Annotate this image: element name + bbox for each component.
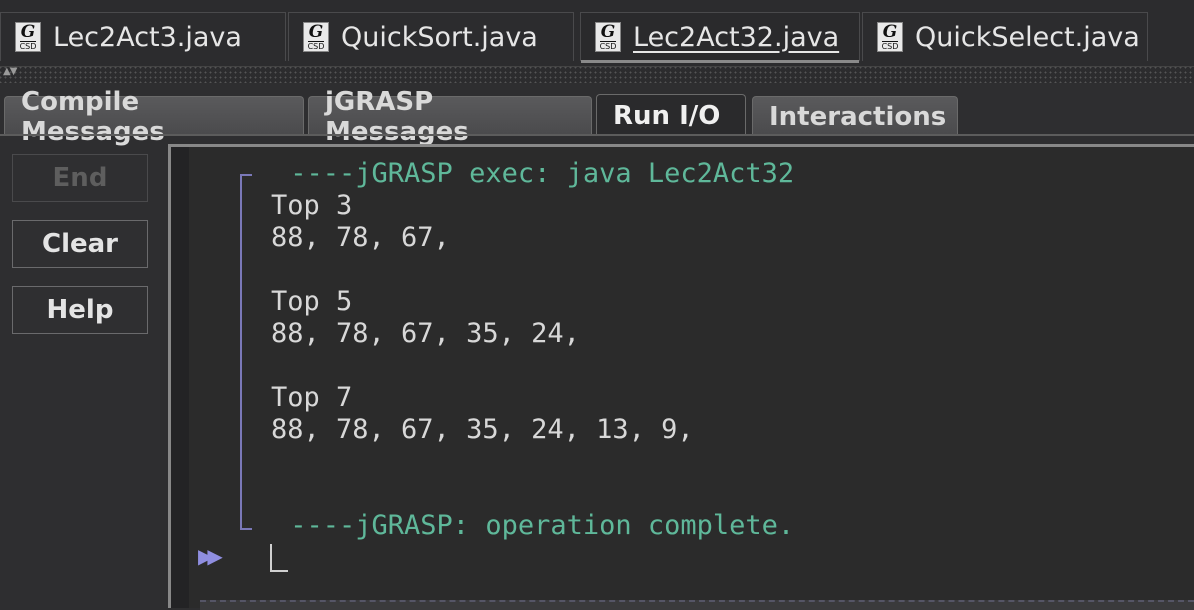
output-bracket-bottom: [240, 528, 252, 530]
output-line: Top 7: [271, 382, 353, 413]
file-tab-lec2act3[interactable]: G CSD Lec2Act3.java: [0, 12, 286, 61]
tab-compile-messages[interactable]: Compile Messages: [4, 87, 304, 147]
file-tab-label: QuickSort.java: [341, 21, 538, 53]
console-gutter: [171, 147, 189, 608]
exec-complete-line: ----jGRASP: operation complete.: [274, 510, 795, 541]
tab-run-io[interactable]: Run I/O: [596, 94, 746, 136]
file-tab-bar: G CSD Lec2Act3.java G CSD QuickSort.java G…: [0, 0, 1194, 66]
input-cursor-base: [270, 570, 288, 572]
file-tab-quickselect[interactable]: G CSD QuickSelect.java: [862, 12, 1148, 61]
exec-start-line: ----jGRASP exec: java Lec2Act32: [274, 158, 795, 189]
input-cursor[interactable]: [270, 544, 272, 572]
csd-file-icon: G CSD: [877, 22, 903, 52]
tab-interactions[interactable]: Interactions: [752, 96, 958, 136]
file-tab-quicksort[interactable]: G CSD QuickSort.java: [288, 12, 574, 61]
input-prompt-icon: ▶▶: [198, 544, 223, 568]
file-tab-lec2act32[interactable]: G CSD Lec2Act32.java: [580, 12, 860, 63]
output-line: 88, 78, 67,: [271, 222, 450, 253]
help-button[interactable]: Help: [12, 286, 148, 334]
output-bracket: [240, 174, 242, 530]
file-tab-label: QuickSelect.java: [915, 21, 1140, 53]
csd-file-icon: G CSD: [15, 22, 41, 52]
tab-baseline: [0, 134, 1194, 136]
output-line: 88, 78, 67, 35, 24,: [271, 318, 580, 349]
output-line: 88, 78, 67, 35, 24, 13, 9,: [271, 414, 694, 445]
split-collapse-arrows-icon[interactable]: ▲▼: [3, 66, 17, 78]
output-line: Top 3: [271, 190, 353, 221]
csd-file-icon: G CSD: [303, 22, 329, 52]
clear-button[interactable]: Clear: [12, 220, 148, 268]
end-button[interactable]: End: [12, 154, 148, 202]
split-pane-divider[interactable]: [0, 66, 1194, 83]
message-tab-bar: Compile Messages jGRASP Messages Run I/O…: [0, 87, 1194, 147]
file-tab-label: Lec2Act32.java: [633, 21, 840, 53]
output-bracket-top: [240, 174, 252, 176]
csd-file-icon: G CSD: [595, 22, 621, 52]
tab-jgrasp-messages[interactable]: jGRASP Messages: [308, 87, 592, 147]
file-tab-label: Lec2Act3.java: [53, 21, 242, 53]
active-tab-indicator: [581, 60, 859, 63]
console-bottom-edge: [200, 600, 1194, 610]
output-line: Top 5: [271, 286, 353, 317]
